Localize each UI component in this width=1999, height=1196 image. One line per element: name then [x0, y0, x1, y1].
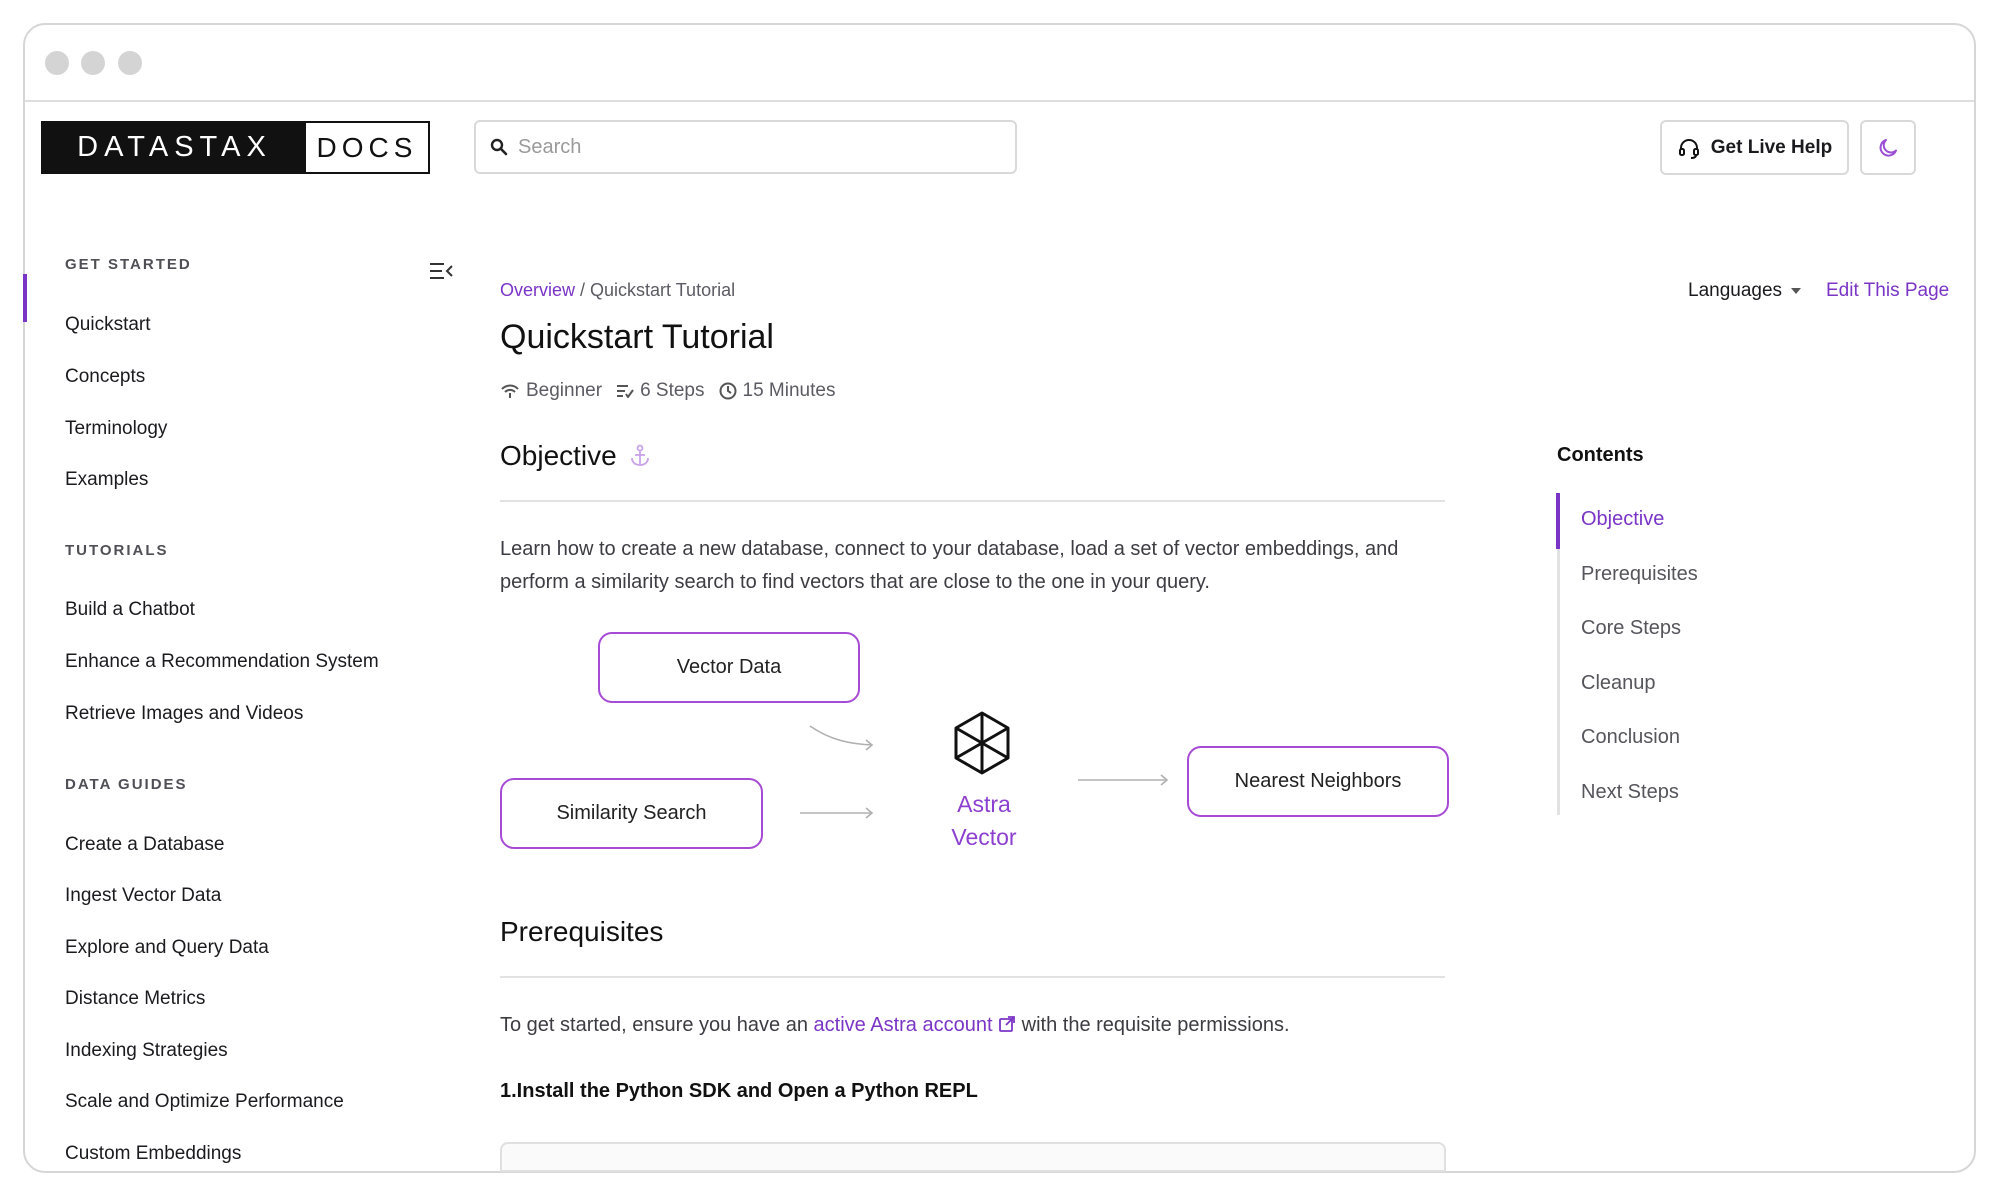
steps-list-icon [617, 385, 634, 398]
breadcrumb-separator: / [575, 280, 591, 300]
sidebar-item-explore-query-data[interactable]: Explore and Query Data [65, 937, 269, 959]
datastax-docs-logo[interactable]: DATASTAX DOCS [41, 121, 430, 174]
get-live-help-label: Get Live Help [1710, 136, 1833, 158]
page-title: Quickstart Tutorial [500, 318, 774, 356]
sidebar-item-quickstart[interactable]: Quickstart [65, 314, 151, 336]
search-icon [490, 138, 508, 156]
page-meta: Beginner 6 Steps 15 Minutes [500, 380, 835, 402]
headset-icon [1678, 138, 1699, 159]
sidebar-item-retrieve-images-videos[interactable]: Retrieve Images and Videos [65, 703, 303, 725]
toc-item-cleanup[interactable]: Cleanup [1581, 672, 1656, 695]
breadcrumb-current: Quickstart Tutorial [590, 280, 736, 300]
window-titlebar [25, 25, 1974, 102]
theme-toggle-button[interactable] [1860, 120, 1916, 175]
languages-label: Languages [1688, 280, 1783, 301]
sidebar-item-custom-embeddings[interactable]: Custom Embeddings [65, 1143, 241, 1165]
steps-label: 6 Steps [640, 380, 705, 401]
languages-dropdown[interactable]: Languages [1688, 280, 1802, 302]
toc-title: Contents [1557, 444, 1644, 466]
code-block [500, 1142, 1446, 1172]
signal-icon [501, 384, 519, 398]
vector-data-box: Vector Data [598, 632, 860, 703]
sidebar-item-indexing-strategies[interactable]: Indexing Strategies [65, 1040, 228, 1062]
sidebar-item-ingest-vector-data[interactable]: Ingest Vector Data [65, 885, 221, 907]
clock-icon [719, 382, 736, 400]
astra-vector-label: Astra Vector [951, 791, 1017, 850]
sidebar-item-examples[interactable]: Examples [65, 469, 148, 491]
active-astra-account-link[interactable]: active Astra account [814, 1014, 993, 1036]
objective-divider [500, 500, 1445, 502]
window-minimize-dot[interactable] [81, 51, 105, 75]
sidebar-section-tutorials: TUTORIALS [65, 542, 169, 559]
breadcrumb: Overview / Quickstart Tutorial [500, 280, 735, 301]
sidebar-item-create-database[interactable]: Create a Database [65, 834, 225, 856]
logo-wordmark: DATASTAX [43, 123, 306, 172]
level-label: Beginner [526, 380, 603, 401]
toc-item-prerequisites[interactable]: Prerequisites [1581, 563, 1698, 586]
objective-heading-text: Objective [500, 440, 617, 471]
collapse-sidebar-icon[interactable] [428, 260, 454, 282]
anchor-icon[interactable] [629, 444, 651, 468]
time-label: 15 Minutes [742, 380, 836, 401]
sidebar-section-get-started: GET STARTED [65, 256, 192, 273]
window-close-dot[interactable] [45, 51, 69, 75]
prerequisites-heading: Prerequisites [500, 916, 664, 947]
window-maximize-dot[interactable] [118, 51, 142, 75]
nearest-neighbors-box: Nearest Neighbors [1187, 746, 1449, 817]
external-link-icon[interactable] [998, 1015, 1016, 1033]
toc-active-indicator [1556, 493, 1560, 549]
prerequisites-divider [500, 976, 1445, 978]
caret-down-icon [1791, 288, 1802, 294]
sidebar-section-data-guides: DATA GUIDES [65, 776, 188, 793]
similarity-search-box: Similarity Search [500, 778, 763, 849]
moon-icon [1879, 138, 1897, 157]
sidebar-item-recommendation-system[interactable]: Enhance a Recommendation System [65, 651, 379, 673]
breadcrumb-overview-link[interactable]: Overview [500, 280, 575, 300]
logo-docs-label: DOCS [316, 131, 418, 163]
toc-item-core-steps[interactable]: Core Steps [1581, 617, 1681, 640]
prerequisites-text: To get started, ensure you have an activ… [500, 1014, 1290, 1036]
sidebar-item-terminology[interactable]: Terminology [65, 418, 167, 440]
sidebar-item-concepts[interactable]: Concepts [65, 366, 145, 388]
toc-item-next-steps[interactable]: Next Steps [1581, 781, 1679, 804]
astra-vector-cube-icon [954, 711, 1010, 775]
step-1-heading: 1.Install the Python SDK and Open a Pyth… [500, 1080, 978, 1102]
sidebar-item-distance-metrics[interactable]: Distance Metrics [65, 988, 205, 1010]
search-input[interactable] [518, 135, 988, 159]
edit-this-page-link[interactable]: Edit This Page [1826, 280, 1949, 302]
objective-heading: Objective [500, 440, 651, 472]
sidebar-active-indicator [23, 274, 27, 322]
sidebar-item-build-a-chatbot[interactable]: Build a Chatbot [65, 599, 195, 621]
toc-item-conclusion[interactable]: Conclusion [1581, 726, 1680, 749]
toc-item-objective[interactable]: Objective [1581, 508, 1664, 531]
arrow-vector-to-astra [809, 725, 873, 746]
search-box[interactable] [474, 120, 1017, 174]
get-live-help-button[interactable]: Get Live Help [1660, 120, 1849, 175]
sidebar-item-scale-optimize[interactable]: Scale and Optimize Performance [65, 1091, 344, 1113]
objective-text: Learn how to create a new database, conn… [500, 538, 1399, 593]
